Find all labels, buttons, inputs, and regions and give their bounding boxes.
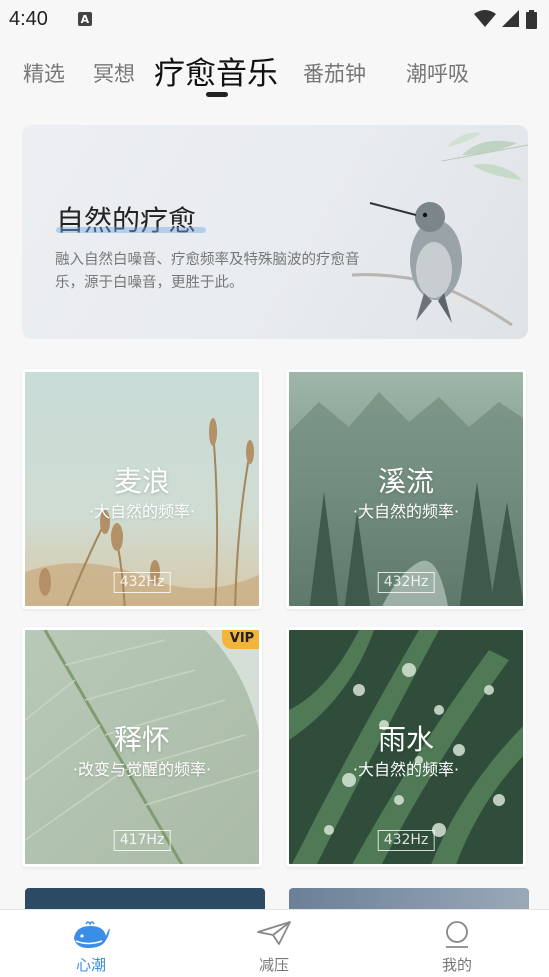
nav-label: 我的 [441,956,472,974]
tab-healing-music[interactable]: 疗愈音乐 [154,48,278,93]
status-icons [474,9,537,29]
nav-item-xinchao[interactable]: 心潮 [41,910,141,977]
nav-label: 减压 [258,956,289,974]
card-subtitle: ·大自然的频率· [352,760,460,779]
bottom-navigation: 心潮 减压 我的 [0,909,549,977]
vip-badge: VIP [222,630,259,649]
card-frequency: 432Hz [113,572,171,593]
card-title: 溪流 [377,465,434,498]
card-title: 雨水 [377,723,434,756]
card-subtitle: ·大自然的频率· [352,502,460,521]
hero-title: 自然的疗愈 [56,204,197,237]
tab-meditation[interactable]: 冥想 [93,58,135,88]
music-card-wheat[interactable]: 麦浪 ·大自然的频率· 432Hz [22,369,262,609]
profile-icon [446,921,468,948]
wifi-icon [474,10,496,27]
music-card-rain[interactable]: 雨水 ·大自然的频率· 432Hz [286,627,526,867]
paper-plane-icon [257,921,291,945]
card-subtitle: ·改变与觉醒的频率· [72,760,212,779]
hero-title-underline [56,227,206,233]
hummingbird-image [352,132,528,327]
tab-pomodoro[interactable]: 番茄钟 [303,58,366,88]
card-frequency: 417Hz [113,830,171,851]
tab-indicator [206,92,228,97]
category-tabs: 精选 冥想 疗愈音乐 番茄钟 潮呼吸 [0,48,549,100]
card-frequency: 432Hz [377,572,435,593]
tab-breathing[interactable]: 潮呼吸 [406,58,469,88]
card-title: 释怀 [113,723,170,756]
tab-featured[interactable]: 精选 [23,58,65,88]
nav-item-jianya[interactable]: 减压 [224,910,324,977]
card-subtitle: ·大自然的频率· [88,502,196,521]
battery-icon [526,9,537,29]
status-time: 4:40 [9,7,48,30]
hero-banner[interactable]: 自然的疗愈 融入自然白噪音、疗愈频率及特殊脑波的疗愈音乐，源于白噪音，更胜于此。 [22,125,528,339]
music-card-stream[interactable]: 溪流 ·大自然的频率· 432Hz [286,369,526,609]
nav-label: 心潮 [75,956,106,974]
card-frequency: 432Hz [377,830,435,851]
whale-icon [74,921,110,948]
notification-icon: A [77,12,92,26]
signal-icon [502,10,519,27]
nav-item-wode[interactable]: 我的 [407,910,507,977]
card-title: 麦浪 [113,465,170,498]
hero-description: 融入自然白噪音、疗愈频率及特殊脑波的疗愈音乐，源于白噪音，更胜于此。 [55,252,360,291]
status-bar: 4:40 A [0,0,549,38]
music-card-release[interactable]: VIP 释怀 ·改变与觉醒的频率· 417Hz [22,627,262,867]
